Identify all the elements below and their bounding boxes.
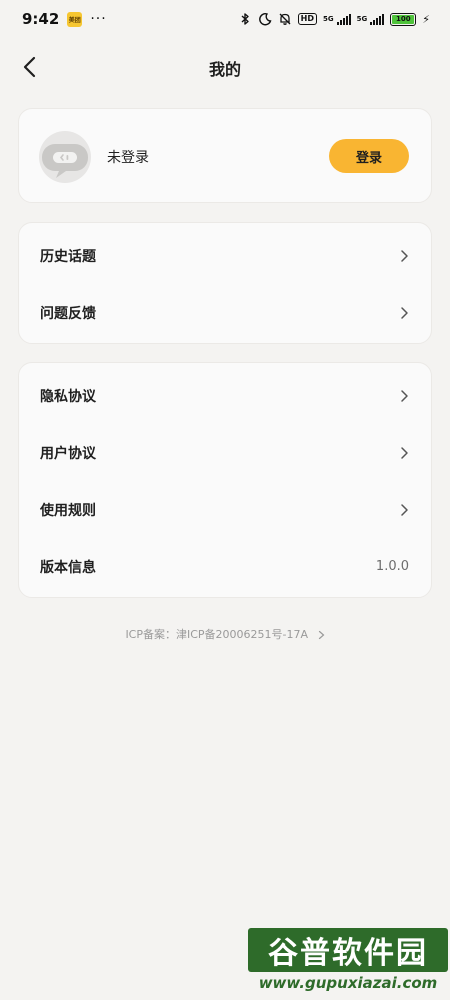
signal-icon-2	[370, 13, 385, 25]
hd-badge: HD	[297, 13, 318, 25]
menu-card-2: 隐私协议 用户协议 使用规则 版本信息 1.0.0	[18, 362, 432, 598]
menu-item-label: 隐私协议	[40, 388, 96, 405]
watermark-title: 谷普软件园	[248, 928, 448, 972]
menu-item-history-topics[interactable]: 历史话题	[19, 227, 431, 284]
status-icons: HD 5G 5G 100 ⚡	[238, 12, 430, 26]
network-type-2: 5G	[356, 14, 368, 23]
menu-item-privacy-policy[interactable]: 隐私协议	[19, 367, 431, 424]
chevron-right-icon	[401, 503, 408, 516]
icp-text: ICP备案：津ICP备20006251号-17A	[125, 628, 309, 641]
menu-item-label: 用户协议	[40, 445, 96, 462]
chevron-right-icon	[401, 446, 408, 459]
chevron-right-icon	[401, 389, 408, 402]
page-title: 我的	[208, 60, 241, 79]
login-status: 未登录	[107, 150, 149, 166]
menu-item-label: 问题反馈	[40, 305, 96, 322]
avatar[interactable]	[39, 131, 91, 183]
bluetooth-icon	[241, 13, 249, 25]
header: 我的	[0, 48, 450, 86]
moon-icon	[258, 13, 272, 26]
watermark-logo: 谷普软件园 www.gupuxiazai.com	[248, 928, 448, 998]
menu-item-label: 使用规则	[40, 502, 96, 519]
icp-link[interactable]: ICP备案：津ICP备20006251号-17A	[0, 626, 450, 642]
menu-item-label: 历史话题	[40, 248, 96, 265]
mute-icon	[279, 13, 291, 25]
menu-item-usage-rules[interactable]: 使用规则	[19, 481, 431, 538]
chevron-right-icon	[401, 249, 408, 262]
robot-avatar-icon	[42, 144, 88, 178]
signal-icon-1	[336, 13, 351, 25]
battery-icon: 100	[390, 12, 417, 26]
status-bar: 9:42 美团 ··· HD 5G 5G 100 ⚡	[0, 0, 450, 38]
charging-icon: ⚡	[422, 12, 430, 26]
status-time: 9:42	[22, 10, 60, 28]
version-number: 1.0.0	[375, 559, 409, 574]
menu-item-label: 版本信息	[40, 559, 96, 576]
network-type-1: 5G	[323, 14, 334, 23]
battery-level: 100	[392, 14, 415, 24]
chevron-right-icon	[401, 306, 408, 319]
menu-card-1: 历史话题 问题反馈	[18, 222, 432, 344]
menu-item-feedback[interactable]: 问题反馈	[19, 284, 431, 341]
watermark-url: www.gupuxiazai.com	[258, 974, 438, 992]
login-button[interactable]: 登录	[329, 139, 409, 173]
app-notification-badge: 美团	[67, 11, 83, 27]
user-card: 未登录 登录	[18, 108, 432, 203]
menu-item-user-agreement[interactable]: 用户协议	[19, 424, 431, 481]
more-notifications-icon: ···	[90, 11, 107, 27]
chevron-right-icon	[318, 630, 324, 640]
menu-item-version-info: 版本信息 1.0.0	[19, 538, 431, 595]
